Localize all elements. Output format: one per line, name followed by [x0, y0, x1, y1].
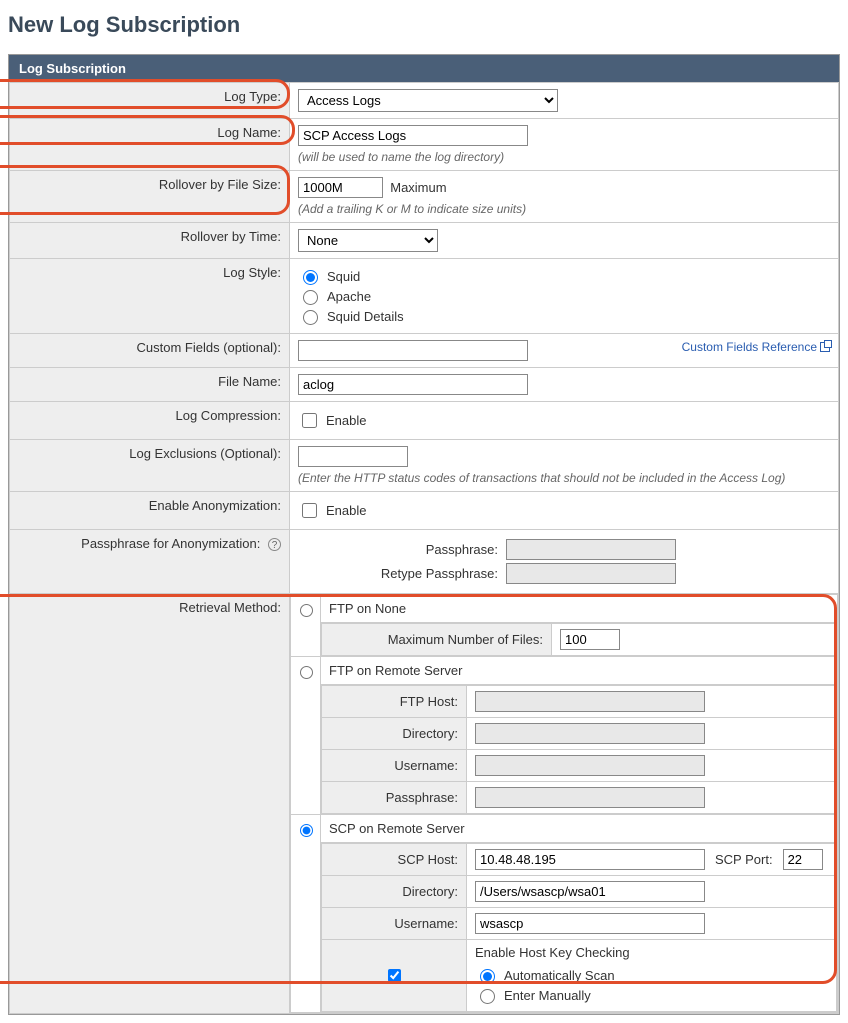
retype-passphrase-input[interactable]	[506, 563, 676, 584]
log-name-input[interactable]	[298, 125, 528, 146]
label-log-compression: Log Compression:	[176, 408, 282, 423]
enter-manually-label: Enter Manually	[504, 988, 591, 1003]
log-compression-enable-label: Enable	[326, 413, 366, 428]
ftp-passphrase-label: Passphrase:	[322, 782, 467, 814]
rollover-size-input[interactable]	[298, 177, 383, 198]
scp-username-input[interactable]	[475, 913, 705, 934]
file-name-input[interactable]	[298, 374, 528, 395]
scp-host-label: SCP Host:	[322, 844, 467, 876]
label-log-style: Log Style:	[223, 265, 281, 280]
auto-scan-label: Automatically Scan	[504, 968, 615, 983]
ftp-remote-title: FTP on Remote Server	[321, 657, 837, 685]
radio-ftp-none[interactable]	[300, 604, 313, 617]
ftp-username-label: Username:	[322, 750, 467, 782]
label-custom-fields: Custom Fields (optional):	[137, 340, 282, 355]
radio-squid-details-label: Squid Details	[327, 309, 404, 324]
radio-squid-label: Squid	[327, 269, 360, 284]
log-name-hint: (will be used to name the log directory)	[298, 150, 830, 164]
enable-anonymization-label: Enable	[326, 503, 366, 518]
radio-apache[interactable]	[303, 290, 318, 305]
custom-fields-ref-link[interactable]: Custom Fields Reference	[682, 340, 830, 354]
radio-enter-manually[interactable]	[480, 989, 495, 1004]
radio-apache-label: Apache	[327, 289, 371, 304]
max-files-input[interactable]	[560, 629, 620, 650]
external-link-icon	[820, 342, 830, 352]
radio-squid-details[interactable]	[303, 310, 318, 325]
scp-remote-title: SCP on Remote Server	[321, 815, 837, 843]
host-key-check[interactable]	[388, 969, 401, 982]
enable-anonymization-check[interactable]	[302, 503, 317, 518]
label-rollover-time: Rollover by Time:	[181, 229, 281, 244]
ftp-none-title: FTP on None	[321, 595, 837, 623]
label-retrieval-method: Retrieval Method:	[179, 600, 281, 615]
scp-port-label: SCP Port:	[715, 852, 773, 867]
label-file-name: File Name:	[218, 374, 281, 389]
scp-directory-label: Directory:	[322, 876, 467, 908]
ftp-passphrase-input[interactable]	[475, 787, 705, 808]
retype-passphrase-label: Retype Passphrase:	[358, 566, 498, 581]
radio-squid[interactable]	[303, 270, 318, 285]
passphrase-input[interactable]	[506, 539, 676, 560]
log-exclusions-input[interactable]	[298, 446, 408, 467]
custom-fields-input[interactable]	[298, 340, 528, 361]
ftp-directory-input[interactable]	[475, 723, 705, 744]
ftp-username-input[interactable]	[475, 755, 705, 776]
rollover-size-after: Maximum	[390, 180, 446, 195]
scp-host-input[interactable]	[475, 849, 705, 870]
passphrase-label: Passphrase:	[358, 542, 498, 557]
radio-auto-scan[interactable]	[480, 969, 495, 984]
label-log-exclusions: Log Exclusions (Optional):	[129, 446, 281, 461]
ftp-directory-label: Directory:	[322, 718, 467, 750]
host-key-check-label: Enable Host Key Checking	[475, 945, 828, 960]
panel-header: Log Subscription	[9, 55, 839, 82]
radio-scp-remote[interactable]	[300, 824, 313, 837]
max-files-label: Maximum Number of Files:	[322, 624, 552, 656]
scp-directory-input[interactable]	[475, 881, 705, 902]
scp-username-label: Username:	[322, 908, 467, 940]
help-icon[interactable]: ?	[268, 538, 281, 551]
label-passphrase-anonymization: Passphrase for Anonymization:	[81, 536, 260, 551]
page-title: New Log Subscription	[8, 12, 840, 38]
scp-port-input[interactable]	[783, 849, 823, 870]
log-type-select[interactable]: Access Logs	[298, 89, 558, 112]
radio-ftp-remote[interactable]	[300, 666, 313, 679]
rollover-time-select[interactable]: None	[298, 229, 438, 252]
log-exclusions-hint: (Enter the HTTP status codes of transact…	[298, 471, 830, 485]
label-log-name: Log Name:	[217, 125, 281, 140]
ftp-host-label: FTP Host:	[322, 686, 467, 718]
rollover-size-hint: (Add a trailing K or M to indicate size …	[298, 202, 830, 216]
label-log-type: Log Type:	[224, 89, 281, 104]
ftp-host-input[interactable]	[475, 691, 705, 712]
label-rollover-size: Rollover by File Size:	[159, 177, 281, 192]
label-enable-anonymization: Enable Anonymization:	[149, 498, 281, 513]
log-compression-check[interactable]	[302, 413, 317, 428]
